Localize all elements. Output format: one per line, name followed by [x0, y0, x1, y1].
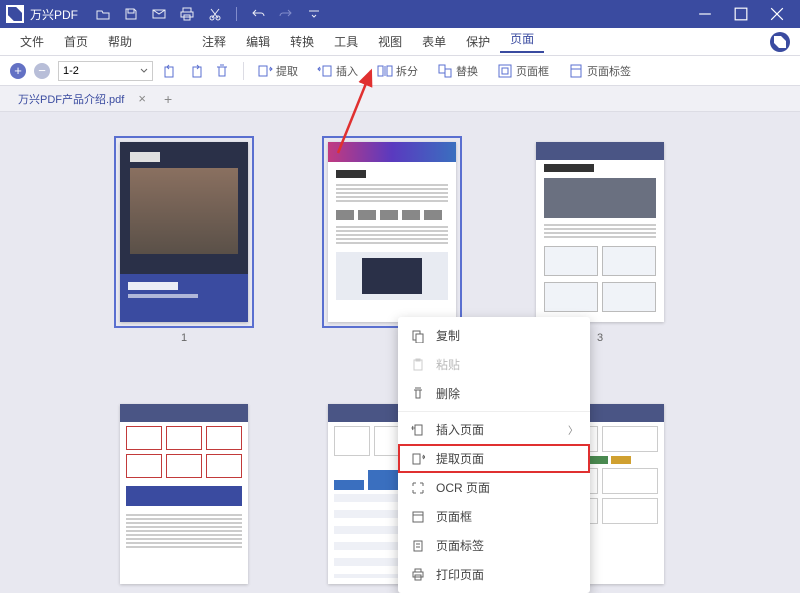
ocr-icon [410, 480, 426, 496]
page-number: 3 [597, 332, 603, 344]
ctx-page-labels[interactable]: 页面标签 [398, 531, 590, 560]
rotate-right-icon[interactable] [187, 62, 205, 80]
extract-page-icon [410, 451, 426, 467]
page-range-value: 1-2 [63, 65, 79, 77]
insert-page-icon [410, 422, 426, 438]
menu-annotate[interactable]: 注释 [192, 33, 236, 50]
qat-customize-icon[interactable] [307, 7, 321, 21]
menubar: 文件 首页 帮助 注释 编辑 转换 工具 视图 表单 保护 页面 [0, 28, 800, 56]
rotate-left-icon[interactable] [161, 62, 179, 80]
brand-icon[interactable] [770, 32, 790, 52]
page-thumbnail-1[interactable]: 1 [120, 142, 248, 344]
page-range-select[interactable]: 1-2 [58, 61, 153, 81]
ctx-ocr-pages[interactable]: OCR 页面 [398, 473, 590, 502]
menu-help[interactable]: 帮助 [98, 33, 142, 50]
page-thumbnail-4[interactable] [120, 404, 248, 584]
menu-protect[interactable]: 保护 [456, 33, 500, 50]
insert-button[interactable]: 插入 [316, 62, 358, 80]
print-icon[interactable] [180, 7, 194, 21]
undo-icon[interactable] [251, 7, 265, 21]
close-tab-icon[interactable]: × [138, 91, 146, 106]
qat-sep [236, 7, 237, 21]
context-menu: 复制 粘贴 删除 插入页面 〉 提取页面 OCR 页面 页面框 [398, 317, 590, 593]
menu-home[interactable]: 首页 [54, 33, 98, 50]
menu-file[interactable]: 文件 [10, 33, 54, 50]
app-title: 万兴PDF [30, 6, 78, 23]
minimize-button[interactable] [698, 7, 712, 21]
page-number: 1 [181, 332, 187, 344]
add-tab-button[interactable]: + [164, 91, 172, 107]
thumbnail-grid: 1 3 [0, 112, 800, 573]
pagebox-icon [410, 509, 426, 525]
pagelabels-button[interactable]: 页面标签 [567, 62, 631, 80]
open-icon[interactable] [96, 7, 110, 21]
document-tabs: 万兴PDF产品介绍.pdf × + [0, 86, 800, 112]
document-tab[interactable]: 万兴PDF产品介绍.pdf × [10, 91, 154, 107]
zoom-in-button[interactable]: + [10, 63, 26, 79]
menu-edit[interactable]: 编辑 [236, 33, 280, 50]
zoom-out-button[interactable]: − [34, 63, 50, 79]
ctx-print-pages[interactable]: 打印页面 [398, 560, 590, 589]
toolbar: + − 1-2 提取 插入 拆分 替换 页面框 页面标签 [0, 56, 800, 86]
chevron-right-icon: 〉 [568, 422, 578, 437]
cut-icon[interactable] [208, 7, 222, 21]
copy-icon [410, 328, 426, 344]
menu-convert[interactable]: 转换 [280, 33, 324, 50]
menu-forms[interactable]: 表单 [412, 33, 456, 50]
paste-icon [410, 357, 426, 373]
delete-icon[interactable] [213, 62, 231, 80]
split-button[interactable]: 拆分 [376, 62, 418, 80]
ctx-insert-pages[interactable]: 插入页面 〉 [398, 415, 590, 444]
document-tab-label: 万兴PDF产品介绍.pdf [18, 91, 124, 107]
menu-view[interactable]: 视图 [368, 33, 412, 50]
print-icon [410, 567, 426, 583]
redo-icon[interactable] [279, 7, 293, 21]
menu-tools[interactable]: 工具 [324, 33, 368, 50]
ctx-copy[interactable]: 复制 [398, 321, 590, 350]
replace-button[interactable]: 替换 [436, 62, 478, 80]
ctx-paste: 粘贴 [398, 350, 590, 379]
page-thumbnail-3[interactable]: 3 [536, 142, 664, 344]
close-button[interactable] [770, 7, 784, 21]
pagebox-button[interactable]: 页面框 [496, 62, 549, 80]
extract-button[interactable]: 提取 [256, 62, 298, 80]
ctx-page-box[interactable]: 页面框 [398, 502, 590, 531]
menu-pages[interactable]: 页面 [500, 30, 544, 53]
ctx-extract-pages[interactable]: 提取页面 [398, 444, 590, 473]
titlebar: 万兴PDF [0, 0, 800, 28]
app-logo [6, 5, 24, 23]
save-icon[interactable] [124, 7, 138, 21]
ctx-delete[interactable]: 删除 [398, 379, 590, 408]
trash-icon [410, 386, 426, 402]
maximize-button[interactable] [734, 7, 748, 21]
mail-icon[interactable] [152, 7, 166, 21]
page-thumbnail-2[interactable] [328, 142, 456, 344]
pagelabel-icon [410, 538, 426, 554]
